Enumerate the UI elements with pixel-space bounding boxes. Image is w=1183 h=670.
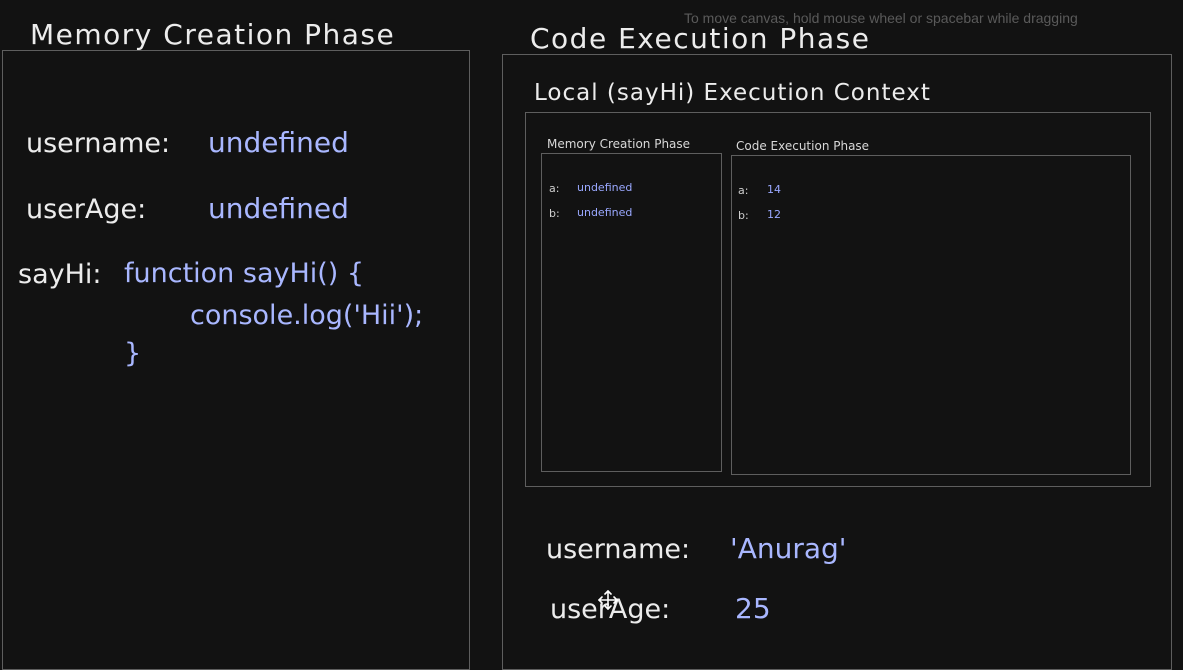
- userage-value: undefined: [208, 192, 349, 225]
- local-execution-box[interactable]: [731, 155, 1131, 475]
- code-execution-phase-title: Code Execution Phase: [530, 22, 871, 55]
- username-label: username:: [26, 128, 171, 159]
- global-username-label: username:: [546, 534, 691, 565]
- global-userage-value: 25: [735, 592, 771, 625]
- local-memory-phase-title: Memory Creation Phase: [547, 137, 691, 151]
- local-execution-phase-title: Code Execution Phase: [736, 139, 870, 153]
- move-cursor-icon: [598, 590, 618, 610]
- sayhi-function-line2: console.log('Hii');: [190, 300, 424, 331]
- global-username-value: 'Anurag': [730, 532, 847, 565]
- sayhi-function-line1: function sayHi() {: [124, 258, 365, 289]
- local-memory-b-value: undefined: [577, 206, 633, 219]
- sayhi-label: sayHi:: [18, 259, 102, 290]
- local-exec-b-value: 12: [767, 208, 781, 221]
- username-value: undefined: [208, 126, 349, 159]
- local-memory-a-label: a:: [549, 182, 560, 195]
- local-exec-a-value: 14: [767, 183, 781, 196]
- local-memory-b-label: b:: [549, 207, 560, 220]
- sayhi-function-line3: }: [124, 338, 142, 369]
- local-exec-b-label: b:: [738, 209, 749, 222]
- local-exec-a-label: a:: [738, 184, 749, 197]
- memory-creation-phase-title: Memory Creation Phase: [30, 18, 396, 51]
- local-context-title: Local (sayHi) Execution Context: [534, 80, 931, 106]
- local-memory-a-value: undefined: [577, 181, 633, 194]
- local-memory-box[interactable]: [541, 153, 722, 472]
- userage-label: userAge:: [26, 194, 147, 225]
